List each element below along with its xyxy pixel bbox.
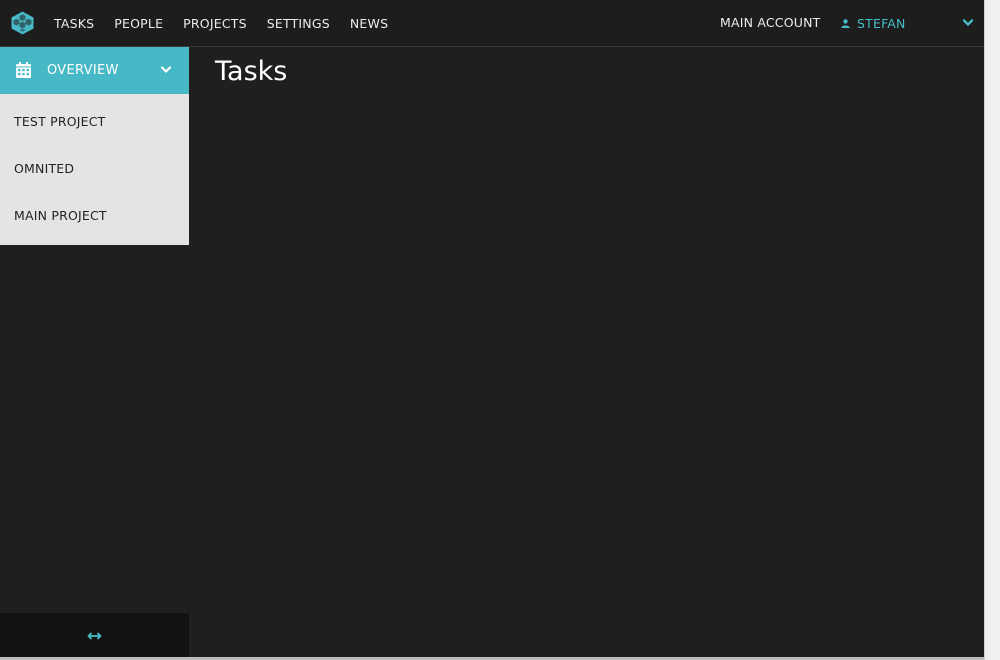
resize-horizontal-icon xyxy=(87,632,102,640)
app-window: TASKS PEOPLE PROJECTS SETTINGS NEWS MAIN… xyxy=(0,0,1000,660)
nav-item-settings[interactable]: SETTINGS xyxy=(267,16,330,31)
sidebar-header-label: OVERVIEW xyxy=(47,63,119,78)
account-selector[interactable]: MAIN ACCOUNT xyxy=(720,0,821,46)
sidebar-resize-handle[interactable] xyxy=(0,613,189,660)
person-icon xyxy=(841,18,850,28)
project-item-omnited[interactable]: OMNITED xyxy=(0,145,189,192)
chevron-down-icon[interactable] xyxy=(962,18,974,28)
project-item-main-project[interactable]: MAIN PROJECT xyxy=(0,192,189,239)
user-menu[interactable]: STEFAN xyxy=(841,0,906,46)
project-list: TEST PROJECT OMNITED MAIN PROJECT xyxy=(0,94,189,245)
project-item-test-project[interactable]: TEST PROJECT xyxy=(0,98,189,145)
nav-item-tasks[interactable]: TASKS xyxy=(54,16,94,31)
vertical-scrollbar[interactable] xyxy=(984,0,1000,660)
hexagon-cluster-logo-icon[interactable] xyxy=(11,11,34,35)
top-navigation-bar: TASKS PEOPLE PROJECTS SETTINGS NEWS MAIN… xyxy=(0,0,984,47)
calendar-icon xyxy=(16,62,31,78)
nav-item-people[interactable]: PEOPLE xyxy=(114,16,163,31)
main-nav: TASKS PEOPLE PROJECTS SETTINGS NEWS xyxy=(54,0,408,46)
nav-item-projects[interactable]: PROJECTS xyxy=(183,16,247,31)
page-title: Tasks xyxy=(215,56,288,87)
chevron-down-icon xyxy=(160,66,172,73)
nav-item-news[interactable]: NEWS xyxy=(350,16,388,31)
user-name: STEFAN xyxy=(857,15,906,31)
sidebar: OVERVIEW TEST PROJECT OMNITED MAIN PROJE… xyxy=(0,47,189,660)
sidebar-overview-toggle[interactable]: OVERVIEW xyxy=(0,47,189,94)
